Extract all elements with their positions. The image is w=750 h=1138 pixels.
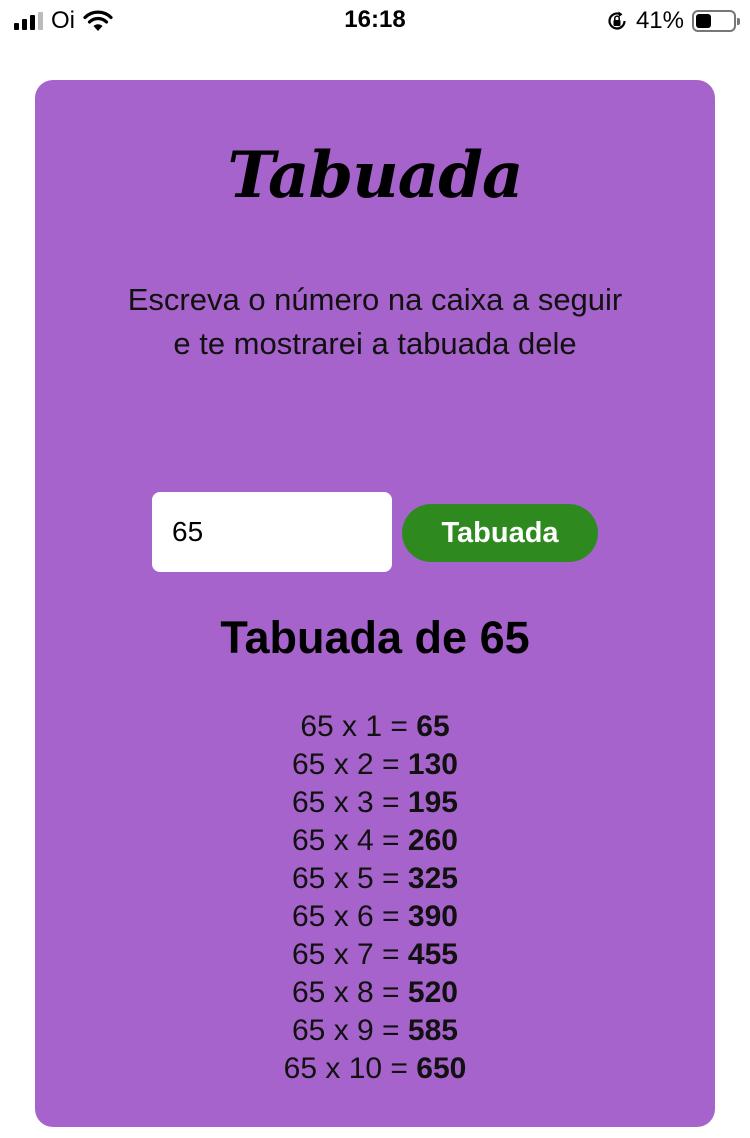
table-row: 65 x 5 = 325 — [35, 860, 715, 898]
table-row: 65 x 3 = 195 — [35, 784, 715, 822]
row-expression: 65 x 3 = — [292, 786, 408, 819]
row-expression: 65 x 5 = — [292, 862, 408, 895]
row-expression: 65 x 7 = — [292, 938, 408, 971]
table-row: 65 x 1 = 65 — [35, 708, 715, 746]
row-result: 585 — [407, 1014, 458, 1047]
status-bar: Oi 16:18 41% — [0, 0, 750, 44]
table-row: 65 x 10 = 650 — [35, 1050, 715, 1088]
multiplication-table: 65 x 1 = 65 65 x 2 = 130 65 x 3 = 195 65 x … — [35, 708, 715, 1088]
tabuada-card: Tabuada Escreva o número na caixa a segu… — [35, 80, 715, 1127]
row-expression: 65 x 4 = — [292, 824, 408, 857]
table-row: 65 x 7 = 455 — [35, 936, 715, 974]
table-row: 65 x 2 = 130 — [35, 746, 715, 784]
instructions-text: Escreva o número na caixa a seguir e te … — [127, 282, 623, 361]
status-bar-right: 41% — [606, 7, 740, 35]
row-result: 65 — [416, 710, 450, 743]
row-expression: 65 x 8 = — [292, 976, 408, 1009]
number-input[interactable] — [152, 492, 392, 572]
row-result: 260 — [407, 824, 458, 857]
row-expression: 65 x 10 = — [283, 1052, 417, 1085]
result-title: Tabuada de 65 — [220, 612, 530, 663]
table-row: 65 x 6 = 390 — [35, 898, 715, 936]
table-row: 65 x 4 = 260 — [35, 822, 715, 860]
row-result: 390 — [407, 900, 458, 933]
row-result: 130 — [407, 748, 458, 781]
row-result: 195 — [407, 786, 458, 819]
table-row: 65 x 9 = 585 — [35, 1012, 715, 1050]
row-result: 650 — [416, 1052, 467, 1085]
row-expression: 65 x 2 = — [292, 748, 408, 781]
row-result: 455 — [407, 938, 458, 971]
page-title: Tabuada — [227, 138, 524, 213]
tabuada-button[interactable]: Tabuada — [402, 504, 598, 562]
row-expression: 65 x 9 = — [292, 1014, 408, 1047]
table-row: 65 x 8 = 520 — [35, 974, 715, 1012]
row-result: 520 — [407, 976, 458, 1009]
battery-icon — [692, 10, 740, 32]
battery-fill — [696, 14, 711, 28]
row-expression: 65 x 6 = — [292, 900, 408, 933]
row-expression: 65 x 1 = — [300, 710, 417, 743]
row-result: 325 — [407, 862, 458, 895]
battery-percentage: 41% — [635, 7, 684, 34]
orientation-lock-icon — [608, 11, 626, 30]
